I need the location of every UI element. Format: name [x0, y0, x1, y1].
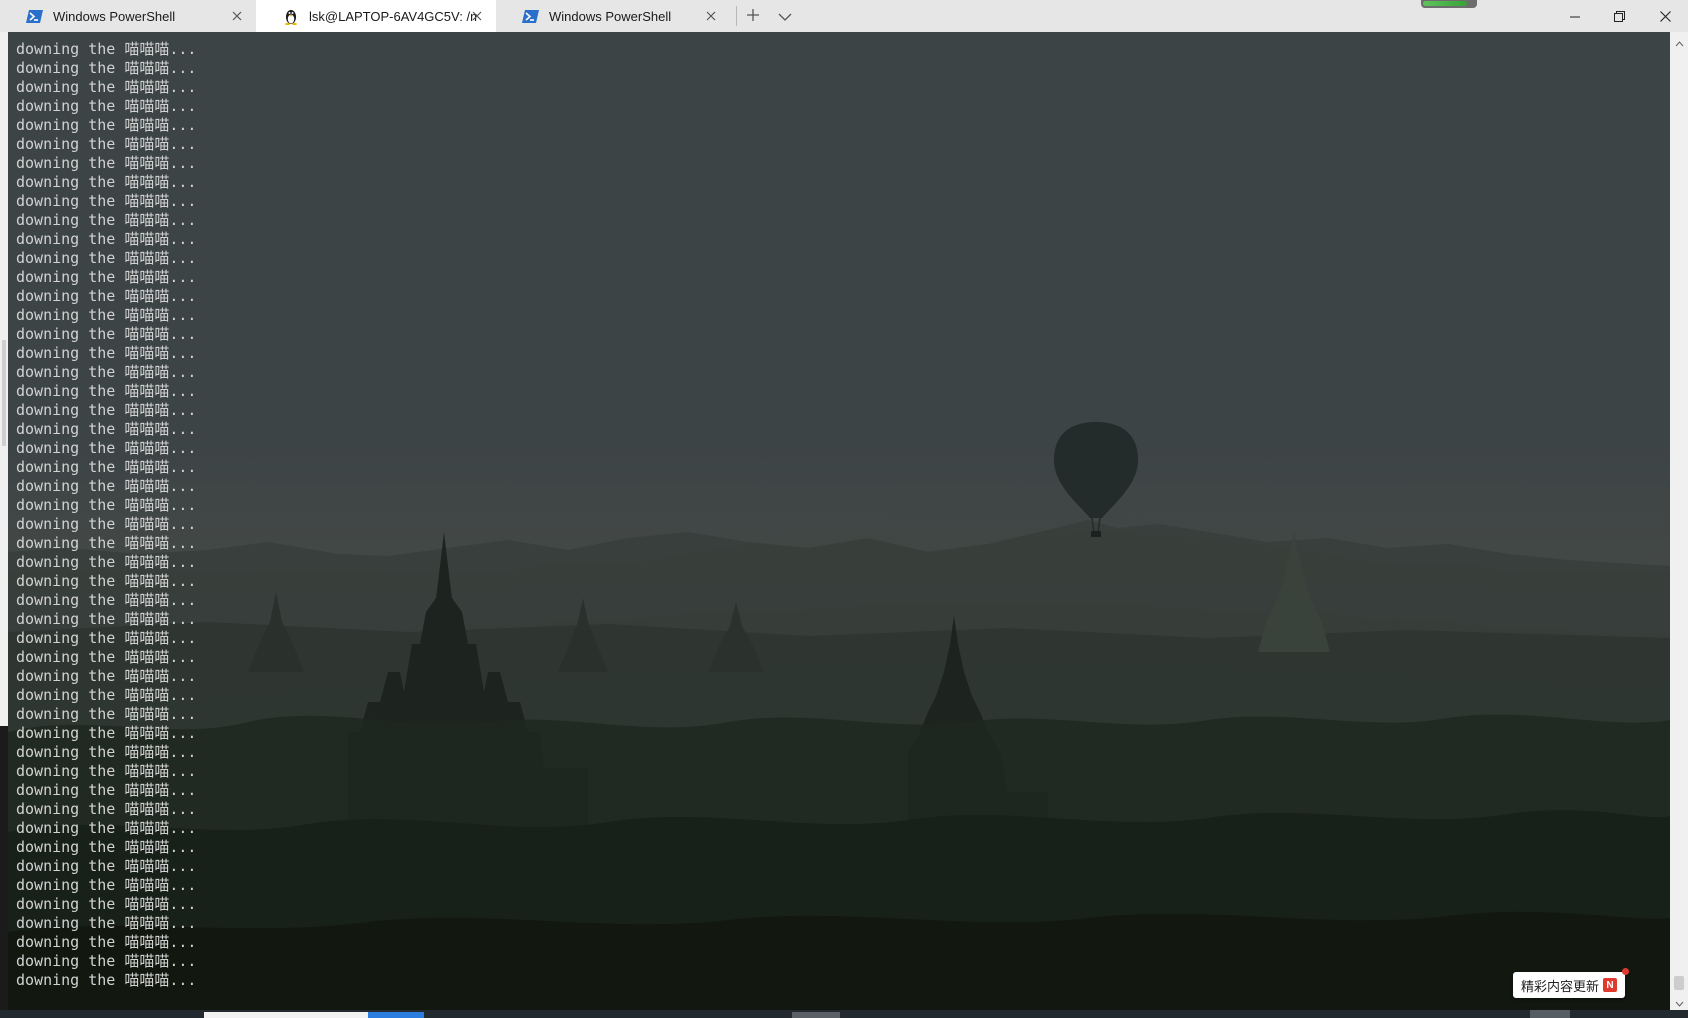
terminal-line: downing the 喵喵喵...	[16, 230, 197, 248]
taskbar-clock[interactable]	[1530, 1010, 1570, 1018]
close-icon	[1659, 7, 1671, 26]
taskbar	[0, 1010, 1688, 1018]
terminal-line: downing the 喵喵喵...	[16, 496, 197, 514]
terminal-line: downing the 喵喵喵...	[16, 515, 197, 533]
tab-title: lsk@LAPTOP-6AV4GC5V: /mnt/c	[309, 8, 477, 24]
terminal-viewport[interactable]: downing the 喵喵喵... downing the 喵喵喵... down…	[8, 32, 1670, 1010]
close-tab-icon[interactable]	[228, 7, 246, 25]
taskbar-app-button[interactable]	[792, 1012, 840, 1018]
terminal-line: downing the 喵喵喵...	[16, 895, 197, 913]
busy-progress-fill	[1423, 1, 1467, 6]
terminal-line: downing the 喵喵喵...	[16, 781, 197, 799]
chevron-down-icon	[1675, 992, 1684, 1011]
terminal-line: downing the 喵喵喵...	[16, 211, 197, 229]
terminal-line: downing the 喵喵喵...	[16, 173, 197, 191]
terminal-line: downing the 喵喵喵...	[16, 591, 197, 609]
terminal-line: downing the 喵喵喵...	[16, 154, 197, 172]
terminal-line: downing the 喵喵喵...	[16, 572, 197, 590]
terminal-scrollbar[interactable]	[1670, 32, 1688, 1010]
terminal-line: downing the 喵喵喵...	[16, 743, 197, 761]
terminal-line: downing the 喵喵喵...	[16, 686, 197, 704]
terminal-line: downing the 喵喵喵...	[16, 78, 197, 96]
terminal-line: downing the 喵喵喵...	[16, 325, 197, 343]
tab-bar: Windows PowerShell lsk@LAPTOP-6AV4GC5V: …	[0, 0, 1688, 32]
tab-dropdown-button[interactable]	[769, 0, 801, 32]
close-tab-icon[interactable]	[702, 7, 720, 25]
tab-title: Windows PowerShell	[549, 8, 672, 24]
terminal-line: downing the 喵喵喵...	[16, 933, 197, 951]
terminal-line: downing the 喵喵喵...	[16, 59, 197, 77]
background-window-dark-area	[0, 726, 8, 1010]
terminal-line: downing the 喵喵喵...	[16, 648, 197, 666]
terminal-line: downing the 喵喵喵...	[16, 629, 197, 647]
notification-dot	[1622, 968, 1630, 975]
close-tab-icon[interactable]	[468, 7, 486, 25]
terminal-line: downing the 喵喵喵...	[16, 876, 197, 894]
tab-linux-shell[interactable]: lsk@LAPTOP-6AV4GC5V: /mnt/c	[256, 0, 496, 32]
terminal-line: downing the 喵喵喵...	[16, 287, 197, 305]
scroll-up-button[interactable]	[1670, 32, 1688, 50]
taskbar-search-box[interactable]	[204, 1012, 368, 1018]
tab-windows-powershell-2[interactable]: Windows PowerShell	[496, 0, 730, 32]
taskbar-active-app[interactable]	[368, 1012, 424, 1018]
terminal-line: downing the 喵喵喵...	[16, 401, 197, 419]
close-window-button[interactable]	[1642, 0, 1688, 32]
scroll-thumb[interactable]	[1674, 976, 1684, 990]
terminal-line: downing the 喵喵喵...	[16, 458, 197, 476]
busy-progress-indicator	[1421, 0, 1477, 8]
terminal-line: downing the 喵喵喵...	[16, 553, 197, 571]
terminal-line: downing the 喵喵喵...	[16, 382, 197, 400]
terminal-line: downing the 喵喵喵...	[16, 40, 197, 58]
terminal-line: downing the 喵喵喵...	[16, 306, 197, 324]
terminal-line: downing the 喵喵喵...	[16, 857, 197, 875]
terminal-line: downing the 喵喵喵...	[16, 268, 197, 286]
chevron-down-icon	[778, 7, 792, 26]
terminal-line: downing the 喵喵喵...	[16, 97, 197, 115]
minimize-button[interactable]	[1552, 0, 1597, 32]
terminal-line: downing the 喵喵喵...	[16, 724, 197, 742]
terminal-line: downing the 喵喵喵...	[16, 420, 197, 438]
terminal-line: downing the 喵喵喵...	[16, 363, 197, 381]
new-badge: N	[1603, 978, 1618, 992]
terminal-line: downing the 喵喵喵...	[16, 610, 197, 628]
terminal-line: downing the 喵喵喵...	[16, 477, 197, 495]
terminal-line: downing the 喵喵喵...	[16, 439, 197, 457]
restore-icon	[1614, 7, 1625, 26]
terminal-line: downing the 喵喵喵...	[16, 249, 197, 267]
linux-penguin-icon	[282, 8, 299, 25]
scroll-down-button[interactable]	[1670, 992, 1688, 1010]
terminal-line: downing the 喵喵喵...	[16, 762, 197, 780]
restore-button[interactable]	[1597, 0, 1642, 32]
update-notification[interactable]: 精彩内容更新 N	[1513, 968, 1630, 998]
terminal-line: downing the 喵喵喵...	[16, 952, 197, 970]
powershell-icon	[522, 8, 539, 25]
terminal-line: downing the 喵喵喵...	[16, 534, 197, 552]
terminal-line: downing the 喵喵喵...	[16, 838, 197, 856]
minimize-icon	[1569, 7, 1580, 26]
powershell-icon	[26, 8, 43, 25]
background-window-edge	[0, 32, 8, 1010]
title-drag-region[interactable]	[801, 0, 1552, 32]
terminal-line: downing the 喵喵喵...	[16, 800, 197, 818]
terminal-line: downing the 喵喵喵...	[16, 344, 197, 362]
tab-title: Windows PowerShell	[53, 8, 176, 24]
terminal-line: downing the 喵喵喵...	[16, 819, 197, 837]
terminal-line: downing the 喵喵喵...	[16, 192, 197, 210]
background-landscape-image	[8, 422, 1670, 1010]
notification-text: 精彩内容更新	[1521, 979, 1600, 995]
background-scroll-thumb	[2, 340, 6, 446]
terminal-line: downing the 喵喵喵...	[16, 667, 197, 685]
plus-icon	[746, 7, 760, 26]
tab-windows-powershell-1[interactable]: Windows PowerShell	[0, 0, 256, 32]
new-tab-button[interactable]	[737, 0, 769, 32]
terminal-line: downing the 喵喵喵...	[16, 135, 197, 153]
terminal-line: downing the 喵喵喵...	[16, 971, 197, 989]
chevron-up-icon	[1675, 32, 1684, 51]
terminal-line: downing the 喵喵喵...	[16, 705, 197, 723]
terminal-output: downing the 喵喵喵... downing the 喵喵喵... down…	[16, 40, 196, 990]
terminal-line: downing the 喵喵喵...	[16, 116, 197, 134]
terminal-line: downing the 喵喵喵...	[16, 914, 197, 932]
